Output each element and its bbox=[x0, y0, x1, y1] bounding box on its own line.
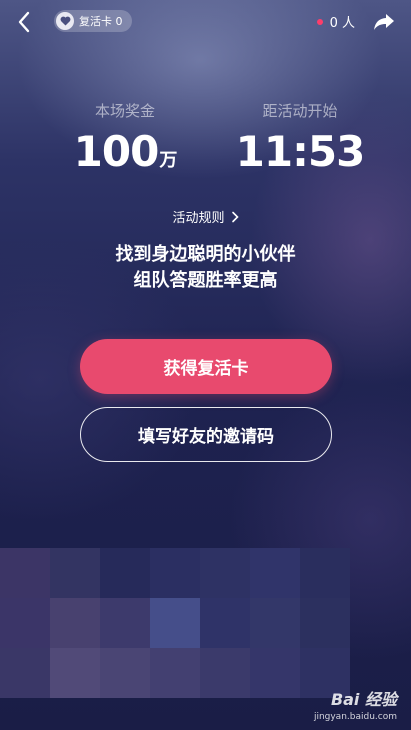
mosaic-tile bbox=[300, 598, 350, 648]
revive-card-label: 复活卡 0 bbox=[79, 15, 123, 28]
mosaic-tile bbox=[50, 598, 100, 648]
back-button[interactable] bbox=[10, 8, 38, 36]
enter-invite-code-button[interactable]: 填写好友的邀请码 bbox=[80, 407, 332, 462]
mosaic-tile bbox=[100, 598, 150, 648]
countdown-stat: 距活动开始 11:53 bbox=[235, 100, 366, 176]
share-arrow-icon bbox=[374, 14, 394, 30]
online-count-label: 0 人 bbox=[329, 16, 355, 31]
slogan-line-2: 组队答题胜率更高 bbox=[133, 270, 278, 291]
prize-unit: 万 bbox=[159, 150, 177, 171]
mosaic-tile bbox=[200, 548, 250, 598]
mosaic-tile bbox=[0, 648, 50, 698]
mosaic-tile bbox=[250, 648, 300, 698]
revive-card-badge[interactable]: 复活卡 0 bbox=[54, 10, 132, 32]
watermark-brand: Bai 经验 bbox=[330, 690, 397, 709]
prize-label: 本场奖金 bbox=[94, 102, 155, 120]
slogan-line-1: 找到身边聪明的小伙伴 bbox=[115, 244, 296, 265]
top-bar: 复活卡 0 0 人 bbox=[0, 0, 411, 44]
countdown-value: 11:53 bbox=[235, 127, 366, 176]
mosaic-tile bbox=[0, 548, 50, 598]
mosaic-tile bbox=[100, 548, 150, 598]
mosaic-tile bbox=[250, 548, 300, 598]
heart-icon bbox=[56, 12, 74, 30]
watermark-url: jingyan.baidu.com bbox=[313, 712, 397, 722]
chevron-left-icon bbox=[18, 11, 30, 33]
mosaic-tile bbox=[300, 548, 350, 598]
mosaic-tile bbox=[250, 598, 300, 648]
mosaic-tile bbox=[200, 648, 250, 698]
team-slogan: 找到身边聪明的小伙伴 组队答题胜率更高 bbox=[0, 242, 411, 294]
countdown-label: 距活动开始 bbox=[262, 102, 338, 120]
prize-value: 100 bbox=[73, 127, 160, 176]
mosaic-tile bbox=[200, 598, 250, 648]
share-button[interactable] bbox=[371, 9, 397, 35]
live-dot-icon bbox=[316, 18, 323, 25]
chevron-right-icon bbox=[231, 211, 239, 222]
baidu-jingyan-watermark: Bai 经验 jingyan.baidu.com bbox=[314, 686, 397, 722]
prize-stat: 本场奖金 100万 bbox=[55, 100, 195, 184]
activity-rules-label: 活动规则 bbox=[172, 211, 225, 226]
mosaic-tile bbox=[0, 598, 50, 648]
mosaic-tile bbox=[150, 648, 200, 698]
get-revive-card-button[interactable]: 获得复活卡 bbox=[80, 339, 332, 394]
mosaic-tile bbox=[50, 648, 100, 698]
prize-amount: 100万 bbox=[55, 129, 195, 184]
online-count: 0 人 bbox=[316, 12, 355, 31]
mosaic-tile bbox=[150, 548, 200, 598]
activity-rules-link[interactable]: 活动规则 bbox=[0, 207, 411, 226]
watermark-logo: Bai 经验 bbox=[314, 686, 397, 710]
mosaic-tile bbox=[150, 598, 200, 648]
mosaic-tile bbox=[100, 648, 150, 698]
mosaic-tile bbox=[50, 548, 100, 598]
